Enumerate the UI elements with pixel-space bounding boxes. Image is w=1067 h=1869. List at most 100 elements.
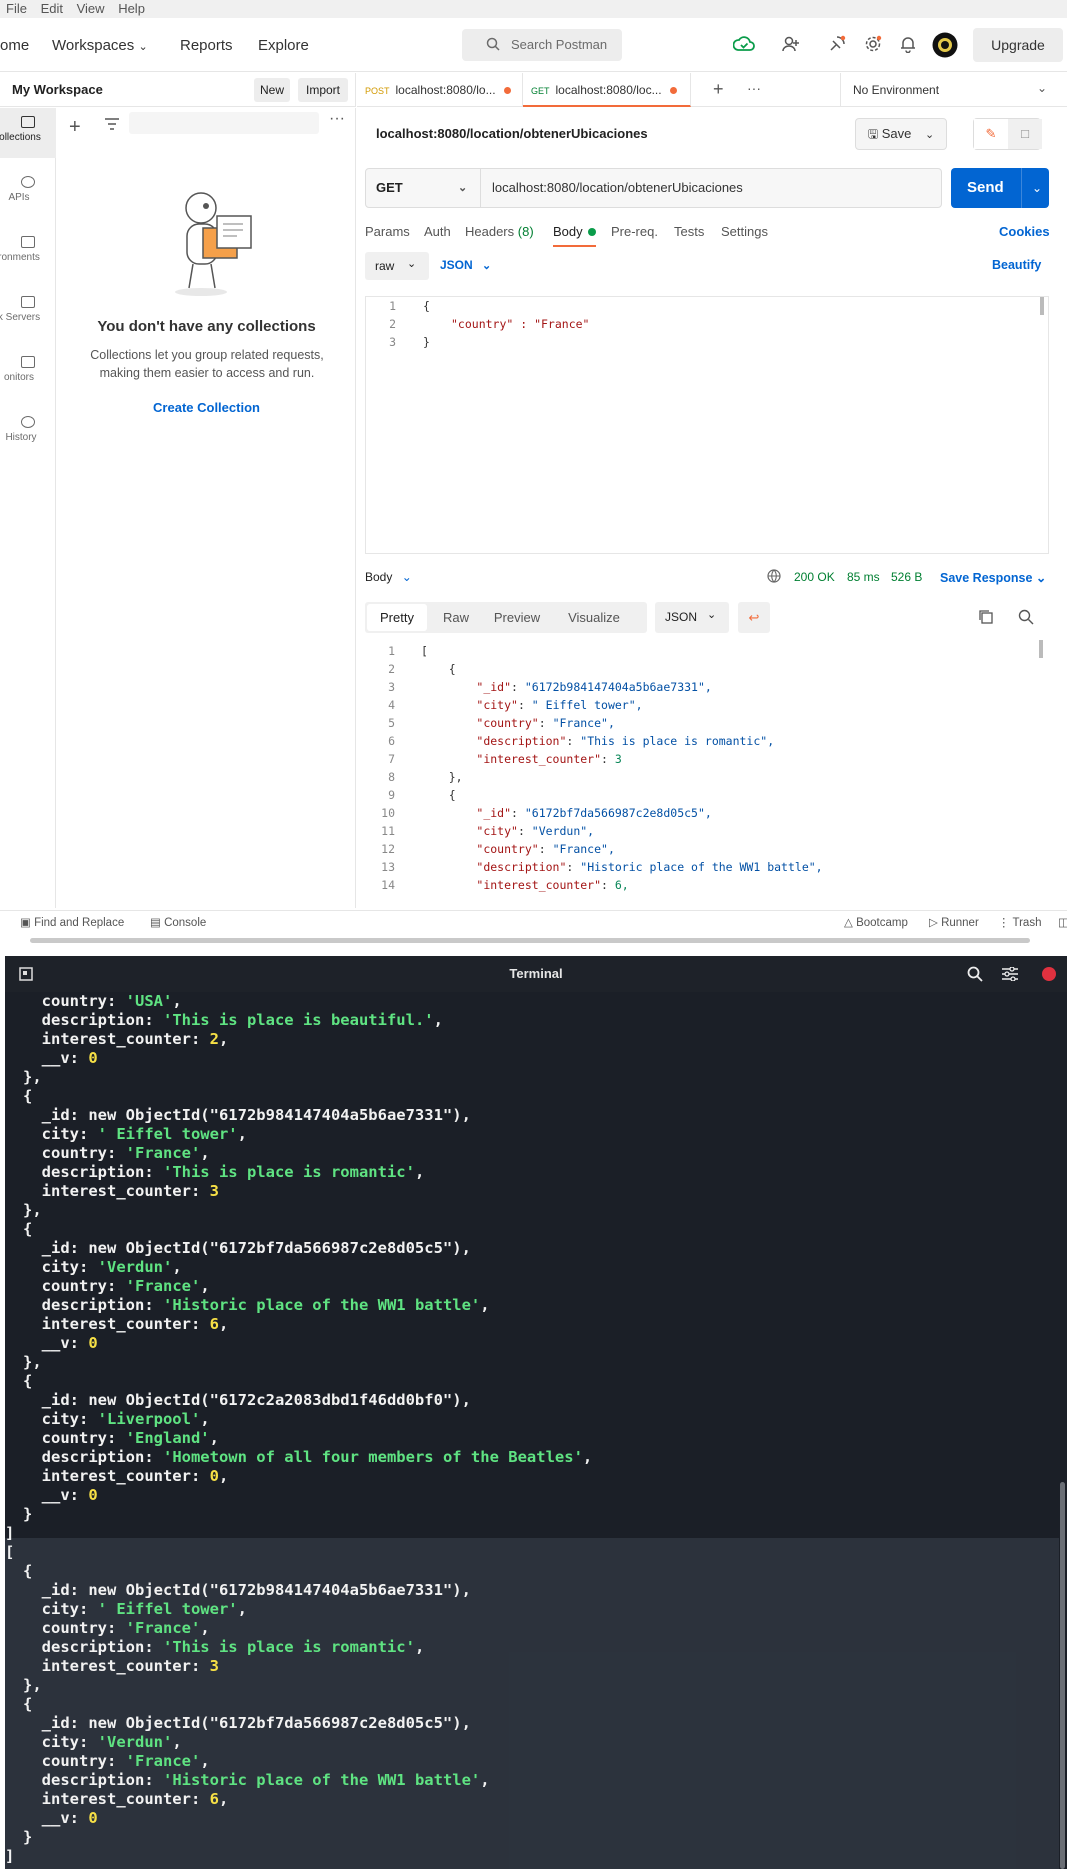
tab-options-icon[interactable]: ··· bbox=[747, 80, 761, 96]
copy-icon[interactable] bbox=[978, 609, 994, 628]
new-button[interactable]: New bbox=[254, 78, 290, 102]
workspace-title[interactable]: My Workspace bbox=[12, 82, 103, 97]
tab-headers[interactable]: Headers (8) bbox=[465, 224, 534, 239]
code-line: "country" : "France" bbox=[451, 317, 590, 331]
collections-search-input[interactable] bbox=[129, 112, 319, 134]
close-icon[interactable] bbox=[1042, 967, 1056, 981]
comment-icon[interactable]: □ bbox=[1008, 119, 1042, 149]
body-mode-select[interactable]: raw ⌄ bbox=[365, 252, 429, 280]
trash-button[interactable]: ⋮ Trash bbox=[998, 915, 1041, 929]
runner-button[interactable]: ▷ Runner bbox=[929, 915, 979, 929]
terminal-line: _id: new ObjectId("6172b984147404a5b6ae7… bbox=[23, 1581, 471, 1599]
tab-settings[interactable]: Settings bbox=[721, 224, 768, 239]
save-button[interactable]: 🖫 Save ⌄ bbox=[855, 118, 947, 150]
response-body-select[interactable]: Body ⌄ bbox=[365, 570, 412, 584]
response-body-viewer[interactable]: 1 [2 {3 "_id": "6172b984147404a5b6ae7331"… bbox=[365, 640, 1049, 904]
terminal-line: description: 'This is place is romantic'… bbox=[23, 1163, 425, 1181]
tab-auth[interactable]: Auth bbox=[424, 224, 451, 239]
nav-home[interactable]: ome bbox=[0, 37, 29, 54]
add-collection-icon[interactable]: + bbox=[69, 116, 81, 139]
search-icon[interactable] bbox=[967, 966, 983, 985]
horizontal-scrollbar[interactable] bbox=[30, 938, 1030, 943]
find-replace-icon: ▣ bbox=[20, 917, 31, 929]
request-body-editor[interactable]: 1 2 3 { "country" : "France" } bbox=[365, 296, 1049, 554]
cloud-sync-icon[interactable] bbox=[732, 35, 755, 56]
menu-help[interactable]: Help bbox=[118, 0, 145, 18]
mode-toggle[interactable]: ✎ □ bbox=[973, 118, 1042, 150]
request-title[interactable]: localhost:8080/location/obtenerUbicacion… bbox=[376, 126, 648, 141]
status-code[interactable]: 200 OK bbox=[794, 570, 835, 584]
cookies-link[interactable]: Cookies bbox=[999, 224, 1050, 239]
terminal-window: Terminal country: 'USA', description: 'T… bbox=[5, 956, 1067, 1869]
edit-pencil-icon[interactable]: ✎ bbox=[974, 119, 1008, 149]
send-button[interactable]: Send ⌄ bbox=[951, 168, 1049, 208]
menu-file[interactable]: File bbox=[6, 0, 27, 18]
notifications-bell-icon[interactable] bbox=[900, 35, 916, 56]
editor-scrollbar[interactable] bbox=[1040, 297, 1044, 315]
import-button[interactable]: Import bbox=[298, 78, 348, 102]
terminal-settings-icon[interactable] bbox=[1002, 966, 1018, 984]
search-input[interactable]: Search Postman bbox=[462, 29, 622, 61]
response-format-select[interactable]: JSON ⌄ bbox=[655, 602, 729, 633]
nav-reports[interactable]: Reports bbox=[180, 37, 233, 54]
settings-gear-icon[interactable] bbox=[864, 35, 882, 56]
sidebar-item-collections[interactable]: ollections bbox=[0, 108, 56, 158]
more-options-icon[interactable]: ··· bbox=[329, 110, 345, 128]
terminal-output[interactable]: country: 'USA', description: 'This is pl… bbox=[5, 992, 1067, 1869]
sidebar-item-history[interactable]: History bbox=[0, 408, 56, 458]
tab-label: localhost:8080/lo... bbox=[395, 83, 496, 97]
satellite-icon[interactable] bbox=[828, 35, 846, 56]
terminal-line: } bbox=[23, 1828, 33, 1846]
send-label: Send bbox=[967, 179, 1004, 196]
unsaved-dot-icon bbox=[503, 87, 511, 94]
sidebar-item-monitors[interactable]: onitors bbox=[0, 348, 56, 398]
terminal-line: interest_counter: 2, bbox=[23, 1030, 229, 1048]
save-response-button[interactable]: Save Response ⌄ bbox=[940, 570, 1046, 585]
avatar[interactable] bbox=[932, 32, 958, 61]
environment-selector[interactable]: No Environment ⌄ bbox=[840, 73, 1067, 107]
mock-servers-icon bbox=[21, 296, 35, 308]
nav-explore[interactable]: Explore bbox=[258, 37, 309, 54]
tab-body[interactable]: Body bbox=[553, 224, 597, 247]
response-size[interactable]: 526 B bbox=[891, 570, 922, 584]
tab-pretty[interactable]: Pretty bbox=[367, 604, 427, 631]
menu-edit[interactable]: Edit bbox=[41, 0, 63, 18]
line-number: 7 bbox=[388, 752, 395, 766]
menu-view[interactable]: View bbox=[77, 0, 105, 18]
tab-tests[interactable]: Tests bbox=[674, 224, 704, 239]
url-input[interactable]: localhost:8080/location/obtenerUbicacion… bbox=[492, 169, 743, 207]
empty-collections-illustration-icon bbox=[165, 188, 265, 301]
response-scrollbar[interactable] bbox=[1039, 640, 1043, 658]
tab-post-request[interactable]: POST localhost:8080/lo... bbox=[357, 73, 523, 107]
filter-icon[interactable] bbox=[105, 118, 119, 133]
chevron-down-icon: ⌄ bbox=[401, 570, 412, 584]
sidebar-item-environments[interactable]: ronments bbox=[0, 228, 56, 278]
console-button[interactable]: ▤ Console bbox=[150, 915, 206, 929]
find-replace-button[interactable]: ▣ Find and Replace bbox=[20, 915, 124, 929]
layout-toggle-icon[interactable]: ◫ bbox=[1058, 915, 1067, 929]
beautify-button[interactable]: Beautify bbox=[992, 258, 1041, 272]
empty-collections-title: You don't have any collections bbox=[97, 318, 316, 335]
nav-workspaces[interactable]: Workspaces ⌄ bbox=[52, 37, 148, 54]
terminal-line: __v: 0 bbox=[23, 1486, 98, 1504]
method-select[interactable]: GET ⌄ bbox=[366, 169, 481, 207]
wrap-lines-icon[interactable]: ↩ bbox=[738, 602, 770, 633]
invite-user-icon[interactable] bbox=[782, 35, 800, 56]
search-response-icon[interactable] bbox=[1018, 609, 1034, 628]
terminal-line: interest_counter: 3 bbox=[23, 1182, 219, 1200]
tab-raw[interactable]: Raw bbox=[431, 602, 481, 633]
terminal-scrollbar[interactable] bbox=[1060, 1482, 1065, 1869]
create-collection-link[interactable]: Create Collection bbox=[57, 400, 356, 415]
tab-pre-request[interactable]: Pre-req. bbox=[611, 224, 658, 239]
tab-preview[interactable]: Preview bbox=[485, 602, 549, 633]
tab-visualize[interactable]: Visualize bbox=[555, 602, 633, 633]
bootcamp-button[interactable]: △ Bootcamp bbox=[844, 915, 908, 929]
body-format-select[interactable]: JSON ⌄ bbox=[440, 258, 491, 272]
upgrade-button[interactable]: Upgrade bbox=[973, 28, 1063, 62]
response-time[interactable]: 85 ms bbox=[847, 570, 880, 584]
sidebar-item-mock-servers[interactable]: k Servers bbox=[0, 288, 56, 338]
sidebar-item-apis[interactable]: APIs bbox=[0, 168, 56, 218]
new-tab-icon[interactable]: + bbox=[713, 79, 724, 100]
tab-params[interactable]: Params bbox=[365, 224, 410, 239]
tab-get-request[interactable]: GET localhost:8080/loc... bbox=[523, 73, 691, 107]
